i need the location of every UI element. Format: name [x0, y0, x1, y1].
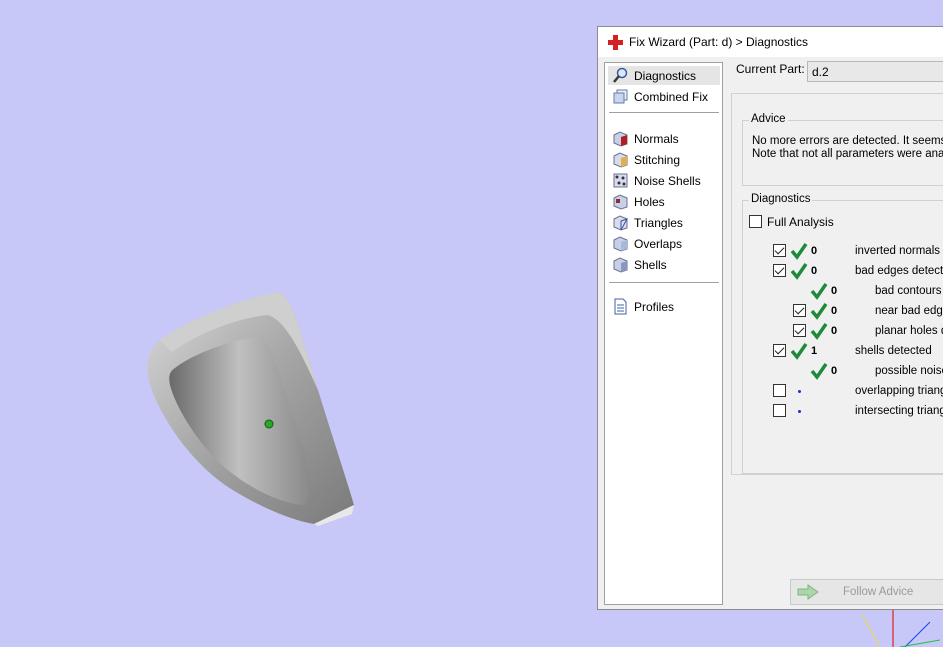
check-mark-icon: [810, 283, 828, 300]
pending-dot-icon: [798, 410, 801, 413]
nav-item-label: Overlaps: [634, 236, 683, 251]
nav-item-stitching[interactable]: Stitching: [608, 150, 720, 169]
diagnostic-count: 0: [831, 365, 838, 377]
diagnostic-count: 0: [811, 245, 818, 257]
diagnostic-label: possible noise: [875, 365, 943, 377]
diagnostic-count: 0: [831, 325, 838, 337]
check-mark-icon: [790, 343, 808, 360]
check-mark-icon: [790, 243, 808, 260]
shells-checkbox[interactable]: [773, 344, 786, 357]
fix-wizard-cross-icon: [608, 34, 623, 50]
inverted-normals-checkbox[interactable]: [773, 244, 786, 257]
follow-advice-button[interactable]: Follow Advice: [790, 579, 943, 605]
nav-item-label: Combined Fix: [634, 89, 709, 104]
holes-icon: [612, 193, 629, 210]
diagnostic-label: inverted normals d: [855, 245, 943, 257]
diagnostic-label: intersecting triang: [855, 405, 943, 417]
pending-dot-icon: [798, 390, 801, 393]
diagnostic-label: shells detected: [855, 345, 932, 357]
window-title: Fix Wizard (Part: d) > Diagnostics: [629, 35, 809, 49]
intersecting-triangles-checkbox[interactable]: [773, 404, 786, 417]
diagnostic-label: overlapping triang: [855, 385, 943, 397]
check-mark-icon: [810, 323, 828, 340]
nav-item-overlaps[interactable]: Overlaps: [608, 234, 720, 253]
model-center-marker[interactable]: [264, 419, 274, 429]
axes-indicator: [861, 610, 941, 647]
triangles-icon: [612, 214, 629, 231]
advice-text: No more errors are detected. It seems t …: [752, 135, 943, 161]
diagnostic-label: bad edges detecte: [855, 265, 943, 277]
advice-group: Advice No more errors are detected. It s…: [742, 113, 943, 186]
nav-panel: Diagnostics Combined Fix Normals Stitchi…: [604, 62, 723, 605]
near-bad-edges-checkbox[interactable]: [793, 304, 806, 317]
nav-item-label: Diagnostics: [634, 68, 697, 83]
nav-item-normals[interactable]: Normals: [608, 129, 720, 148]
nav-item-label: Noise Shells: [634, 173, 701, 188]
diagnostics-group: Diagnostics Full Analysis 0 inverted nor…: [742, 193, 943, 474]
nav-item-diagnostics[interactable]: Diagnostics: [608, 66, 720, 85]
diagnostic-count: 1: [811, 345, 818, 357]
stitching-icon: [612, 151, 629, 168]
nav-item-combined-fix[interactable]: Combined Fix: [608, 87, 720, 106]
diagnostic-label: near bad edge: [875, 305, 943, 317]
nav-item-noise-shells[interactable]: Noise Shells: [608, 171, 720, 190]
check-mark-icon: [810, 303, 828, 320]
overlaps-icon: [612, 235, 629, 252]
diagnostics-legend: Diagnostics: [749, 193, 813, 205]
nav-item-label: Triangles: [634, 215, 683, 230]
full-analysis-label: Full Analysis: [767, 215, 834, 229]
diagnostic-count: 0: [831, 305, 838, 317]
overlapping-triangles-checkbox[interactable]: [773, 384, 786, 397]
shells-icon: [612, 256, 629, 273]
nav-item-profiles[interactable]: Profiles: [608, 297, 720, 316]
profiles-document-icon: [612, 298, 629, 315]
diagnostic-label: bad contours d: [875, 285, 943, 297]
advice-line: Note that not all parameters were analy: [752, 148, 943, 160]
nav-item-label: Shells: [634, 257, 667, 272]
noise-shells-icon: [612, 172, 629, 189]
check-mark-icon: [790, 263, 808, 280]
current-part-label: Current Part:: [736, 62, 805, 76]
fix-wizard-dialog: Fix Wizard (Part: d) > Diagnostics Diagn…: [597, 26, 943, 610]
magnifier-icon: [612, 67, 629, 84]
title-bar[interactable]: Fix Wizard (Part: d) > Diagnostics: [598, 27, 943, 57]
combined-fix-icon: [612, 88, 629, 105]
nav-item-triangles[interactable]: Triangles: [608, 213, 720, 232]
diagnostic-label: planar holes d: [875, 325, 943, 337]
bad-edges-checkbox[interactable]: [773, 264, 786, 277]
check-mark-icon: [810, 363, 828, 380]
nav-item-label: Normals: [634, 131, 679, 146]
advice-legend: Advice: [749, 113, 788, 125]
nav-item-label: Profiles: [634, 299, 675, 314]
normals-cube-icon: [612, 130, 629, 147]
ring-model[interactable]: [147, 292, 354, 526]
nav-separator: [609, 112, 719, 113]
nav-item-label: Holes: [634, 194, 665, 209]
diagnostics-page: Advice No more errors are detected. It s…: [731, 93, 943, 475]
diagnostic-count: 0: [831, 285, 838, 297]
advice-line: No more errors are detected. It seems t: [752, 135, 943, 147]
full-analysis-checkbox[interactable]: [749, 215, 762, 228]
nav-item-shells[interactable]: Shells: [608, 255, 720, 274]
follow-advice-label: Follow Advice: [843, 586, 914, 598]
nav-item-holes[interactable]: Holes: [608, 192, 720, 211]
planar-holes-checkbox[interactable]: [793, 324, 806, 337]
current-part-field[interactable]: d.2: [807, 61, 943, 82]
nav-separator: [609, 282, 719, 283]
arrow-right-icon: [797, 584, 819, 600]
nav-item-label: Stitching: [634, 152, 681, 167]
diagnostic-count: 0: [811, 265, 818, 277]
